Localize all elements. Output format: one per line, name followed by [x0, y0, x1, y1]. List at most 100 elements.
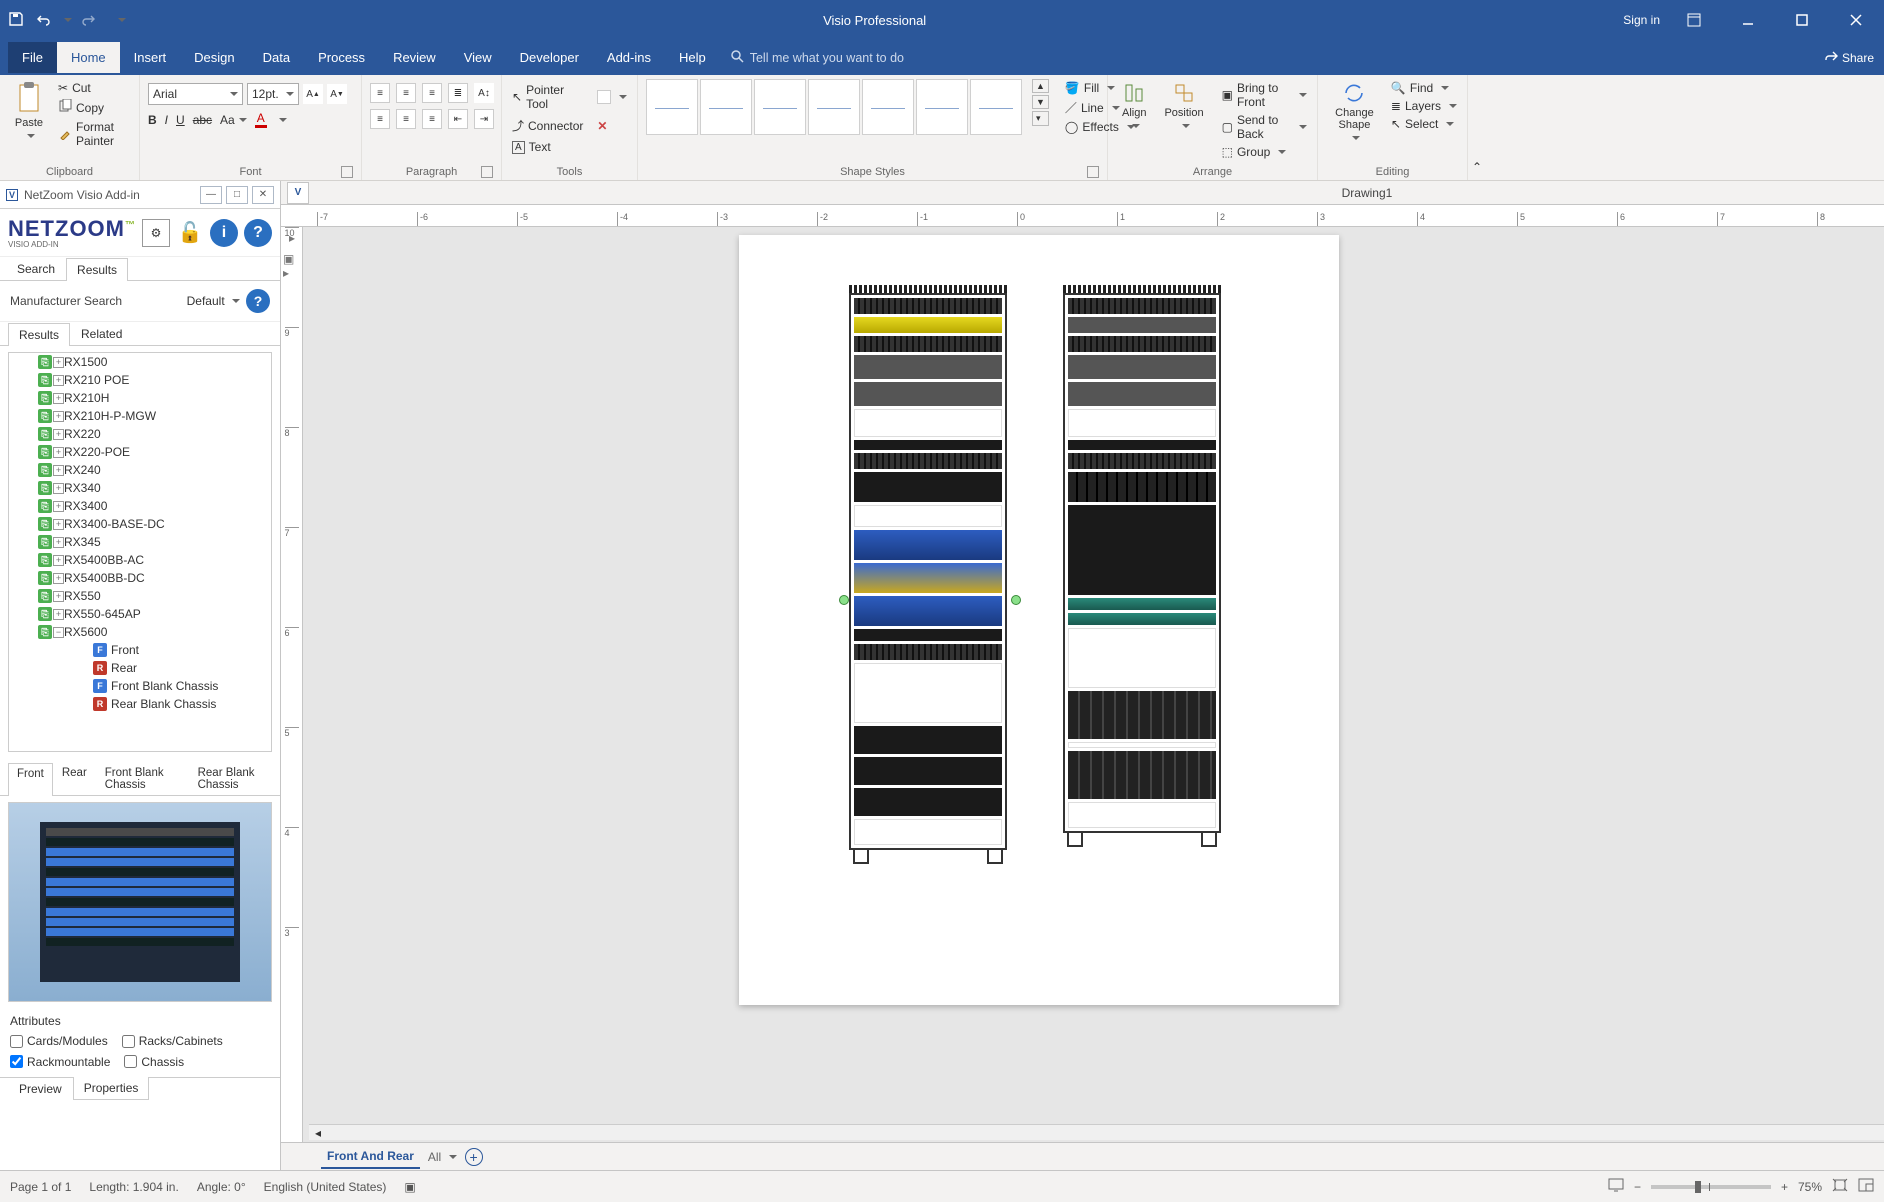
bottom-tab-properties[interactable]: Properties — [73, 1077, 150, 1100]
subtab-related[interactable]: Related — [70, 322, 133, 345]
expand-toggle[interactable]: + — [53, 555, 64, 566]
expand-toggle[interactable]: + — [53, 483, 64, 494]
shrink-font-button[interactable]: A▼ — [327, 84, 347, 104]
expand-toggle[interactable]: + — [53, 519, 64, 530]
file-tab[interactable]: File — [8, 42, 57, 73]
align-left[interactable]: ≡ — [370, 109, 390, 129]
panel-close[interactable]: ✕ — [252, 186, 274, 204]
expand-toggle[interactable]: + — [53, 375, 64, 386]
tab-review[interactable]: Review — [379, 42, 450, 73]
expand-toggle[interactable]: + — [53, 501, 64, 512]
help-button[interactable]: ? — [244, 219, 272, 247]
viewtab-rear[interactable]: Rear — [53, 762, 96, 795]
paste-more[interactable] — [23, 131, 35, 143]
tab-data[interactable]: Data — [249, 42, 304, 73]
send-back[interactable]: ▢Send to Back — [1220, 111, 1309, 143]
tell-me[interactable]: Tell me what you want to do — [730, 49, 904, 66]
tree-item[interactable]: +⎘SRX3400-BASE-DC — [9, 515, 271, 533]
tab-help[interactable]: Help — [665, 42, 720, 73]
status-lang[interactable]: English (United States) — [264, 1180, 387, 1194]
tree-item[interactable]: +⎘SRX550 — [9, 587, 271, 605]
grow-font-button[interactable]: A▲ — [303, 84, 323, 104]
align-right[interactable]: ≡ — [422, 109, 442, 129]
expand-toggle[interactable]: + — [53, 591, 64, 602]
rack-rear[interactable] — [1063, 285, 1221, 847]
nz-tab-results[interactable]: Results — [66, 258, 128, 281]
expand-toggle[interactable]: + — [53, 429, 64, 440]
tree-item[interactable]: +⎘SRX220-POE — [9, 443, 271, 461]
undo-more[interactable] — [60, 13, 72, 27]
qat-customize[interactable] — [114, 13, 126, 27]
add-page-button[interactable]: + — [465, 1148, 483, 1166]
tree-child[interactable]: RRear — [9, 659, 271, 677]
zoom-out[interactable]: − — [1634, 1180, 1641, 1194]
layers-button[interactable]: ≣Layers — [1389, 97, 1459, 115]
zoom-slider[interactable] — [1651, 1185, 1771, 1189]
close-icon[interactable] — [1836, 0, 1876, 40]
rect-tool[interactable] — [597, 90, 611, 104]
decrease-indent[interactable]: ⇤ — [448, 109, 468, 129]
shape-style-gallery[interactable] — [646, 79, 1022, 135]
tree-item[interactable]: −⎘SRX5600 — [9, 623, 271, 641]
lock-icon[interactable]: 🔓 — [176, 219, 204, 247]
viewtab-front[interactable]: Front — [8, 763, 53, 796]
checkbox[interactable] — [124, 1055, 137, 1068]
tree-item[interactable]: +⎘SRX210 POE — [9, 371, 271, 389]
presentation-mode-icon[interactable] — [1608, 1178, 1624, 1195]
pan-zoom-icon[interactable] — [1858, 1178, 1874, 1195]
italic-button[interactable]: I — [165, 113, 168, 127]
maximize-icon[interactable] — [1782, 0, 1822, 40]
horizontal-scrollbar[interactable]: ◂ ▸ — [309, 1124, 1884, 1140]
drawing-canvas[interactable] — [309, 227, 1884, 1140]
nz-tab-search[interactable]: Search — [6, 257, 66, 280]
viewtab-rear-blank[interactable]: Rear Blank Chassis — [189, 762, 280, 795]
ribbon-display-icon[interactable] — [1674, 0, 1714, 40]
viewtab-front-blank[interactable]: Front Blank Chassis — [96, 762, 189, 795]
tree-child[interactable]: FFront Blank Chassis — [9, 677, 271, 695]
tree-item[interactable]: +⎘SRX220 — [9, 425, 271, 443]
tree-item[interactable]: +⎘SRX5400BB-DC — [9, 569, 271, 587]
increase-indent[interactable]: ⇥ — [474, 109, 494, 129]
font-color-button[interactable]: A — [255, 111, 267, 128]
attr-checkbox[interactable]: Racks/Cabinets — [122, 1034, 223, 1048]
expand-toggle[interactable]: + — [53, 357, 64, 368]
checkbox[interactable] — [10, 1055, 23, 1068]
bring-front[interactable]: ▣Bring to Front — [1220, 79, 1309, 111]
strike-button[interactable]: abc — [193, 113, 212, 127]
hscroll-left[interactable]: ◂ — [315, 1126, 327, 1138]
minimize-icon[interactable] — [1728, 0, 1768, 40]
expand-toggle[interactable]: + — [53, 447, 64, 458]
sign-in-link[interactable]: Sign in — [1623, 13, 1660, 27]
panel-minimize[interactable]: — — [200, 186, 222, 204]
tab-insert[interactable]: Insert — [120, 42, 181, 73]
gallery-down[interactable]: ▼ — [1032, 95, 1049, 109]
page-tab-active[interactable]: Front And Rear — [321, 1145, 420, 1169]
align-top[interactable]: ≡ — [370, 83, 390, 103]
group-button[interactable]: ⬚Group — [1220, 143, 1309, 161]
tree-item[interactable]: +⎘SRX340 — [9, 479, 271, 497]
checkbox[interactable] — [10, 1035, 23, 1048]
select-button[interactable]: ↖Select — [1389, 115, 1459, 133]
tree-item[interactable]: +⎘SRX550-645AP — [9, 605, 271, 623]
styles-dialog-launcher[interactable] — [1087, 166, 1099, 178]
gallery-up[interactable]: ▲ — [1032, 79, 1049, 93]
change-case-button[interactable]: Aa — [220, 113, 247, 127]
attr-checkbox[interactable]: Chassis — [124, 1055, 184, 1069]
share-button[interactable]: Share — [1824, 49, 1884, 66]
collapse-ribbon[interactable]: ⌃ — [1468, 75, 1486, 180]
attr-checkbox[interactable]: Rackmountable — [10, 1055, 110, 1069]
text-direction[interactable]: A↕ — [474, 83, 494, 103]
tree-item[interactable]: +⎘SRX240 — [9, 461, 271, 479]
page-tab-all[interactable]: All — [428, 1150, 457, 1164]
product-tree[interactable]: +⎘SRX1500+⎘SRX210 POE+⎘SRX210H+⎘SRX210H-… — [8, 352, 272, 752]
tree-child[interactable]: RRear Blank Chassis — [9, 695, 271, 713]
copy-button[interactable]: Copy — [56, 97, 131, 118]
shape-preview[interactable] — [8, 802, 272, 1002]
tab-view[interactable]: View — [450, 42, 506, 73]
gallery-more[interactable]: ▾ — [1032, 111, 1049, 126]
expand-toggle[interactable]: + — [53, 573, 64, 584]
text-tool[interactable]: AText — [510, 138, 553, 156]
tab-home[interactable]: Home — [57, 42, 120, 73]
expand-handle-1[interactable]: ▸ — [283, 231, 301, 245]
bottom-tab-preview[interactable]: Preview — [8, 1078, 73, 1101]
